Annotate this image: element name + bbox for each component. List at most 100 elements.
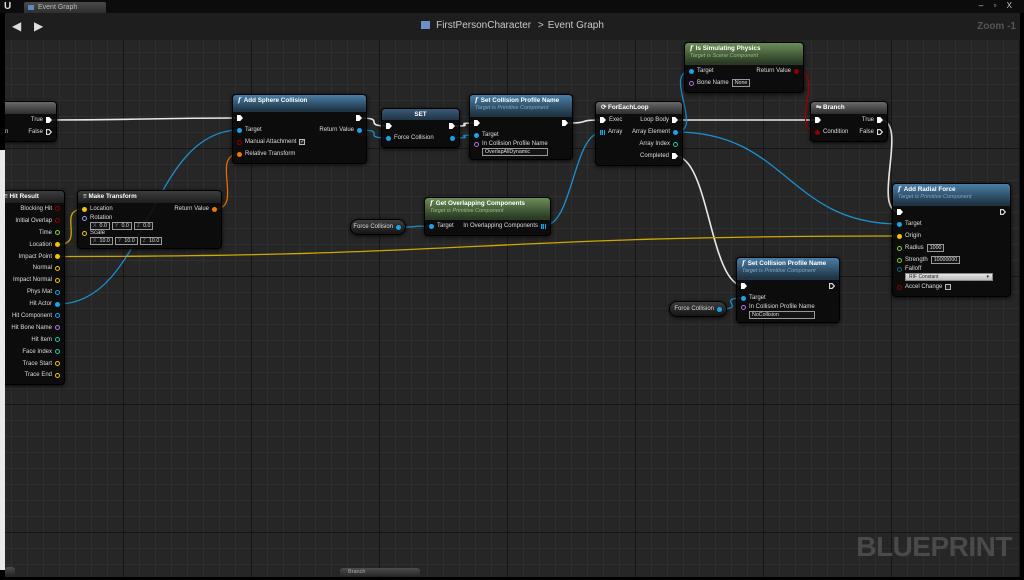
exec-pin-icon[interactable] [672,153,678,159]
vector-pin-icon[interactable] [55,372,60,378]
transform-pin-icon[interactable] [237,151,242,157]
object-pin-icon[interactable] [55,289,60,295]
breadcrumb-graph[interactable]: Event Graph [548,20,604,31]
name-pin-icon[interactable] [474,141,479,147]
vector-pin-icon[interactable] [55,361,60,367]
text-field[interactable]: OverlapAllDynamic [482,148,548,156]
pin-fc1_out[interactable]: Force Collision [353,224,401,230]
vector-y-field[interactable]: Y 0.0 [111,222,132,230]
exec-pin-icon[interactable] [562,120,568,126]
pin-br_cond[interactable]: Condition [815,129,848,135]
pin-fe_elem[interactable]: Array Element [632,129,678,135]
pin-hr_face[interactable]: Face Index [22,349,60,355]
exec-pin-icon[interactable] [815,117,821,123]
vector-x-field[interactable]: X 0.0 [90,222,110,230]
bool-pin-icon[interactable] [55,218,60,224]
vector-pin-icon[interactable] [55,265,60,271]
object-pin-icon[interactable] [673,129,678,135]
pin-arf_strength[interactable]: Strength 10000000 [897,256,961,264]
pin-set_then[interactable] [446,123,455,129]
pin-hr_loc[interactable]: Location [29,242,60,248]
object-pin-icon[interactable] [396,224,401,230]
pin-scp2_target[interactable]: Target [741,295,766,301]
node-header[interactable]: f Get Overlapping Components Target is Pri… [425,198,550,220]
exec-pin-icon[interactable] [237,115,243,121]
byte-pin-icon[interactable] [897,266,902,272]
pin-hr_block[interactable]: Blocking Hit [20,206,60,212]
node-set[interactable]: SET Force Collision [381,108,460,148]
bool-pin-icon[interactable] [794,68,799,74]
vector-z-field[interactable]: Z 0.0 [133,222,154,230]
pin-arf_accel[interactable]: Accel Change [897,284,952,290]
pin-mt_rot[interactable]: Rotation X 0.0 Y 0.0 Z 0.0 [82,215,154,230]
pin-fe_exec[interactable]: Exec [600,117,622,123]
int-pin-icon[interactable] [55,349,60,355]
pin-scp_name[interactable]: In Collision Profile Name OverlapAllDynam… [474,141,548,156]
pin-hr_comp[interactable]: Hit Component [12,313,60,319]
bool-pin-icon[interactable] [815,129,820,135]
bool-pin-icon[interactable] [237,139,242,145]
pin-asc_exec[interactable] [237,115,246,121]
node-header[interactable]: ⇋ Branch [811,102,887,114]
pin-fe_done[interactable]: Completed [640,153,678,159]
object-pin-icon[interactable] [237,127,242,133]
text-field[interactable]: 1000 [926,244,945,252]
pin-goc_out[interactable]: In Overlapping Components [463,223,546,229]
node-goc[interactable]: f Get Overlapping Components Target is Pri… [424,197,551,236]
pin-arf_exec[interactable] [897,209,906,215]
pin-set_exec[interactable] [386,123,395,129]
pin-scp_exec[interactable] [474,120,483,126]
node-header[interactable]: ≡ Make Transform [78,191,221,203]
vector-pin-icon[interactable] [55,242,60,248]
pin-asc_then[interactable] [353,115,362,121]
pin-arf_radius[interactable]: Radius 1000 [897,244,945,252]
pin-hr_time[interactable]: Time [39,230,60,236]
pin-scp_then[interactable] [559,120,568,126]
pin-br_true[interactable]: True [862,117,883,123]
node-header[interactable]: SET [382,109,459,120]
object-pin-icon[interactable] [474,132,479,138]
pin-goc_target[interactable]: Target [429,223,454,229]
text-field[interactable]: 10000000 [930,256,961,264]
pin-isp_target[interactable]: Target [689,68,714,74]
int-pin-icon[interactable] [673,141,678,147]
checkbox[interactable] [945,284,952,290]
pin-scp_target[interactable]: Target [474,132,499,138]
vector-pin-icon[interactable] [55,277,60,283]
node-arf[interactable]: f Add Radial Force Target is Primitive Com… [892,183,1011,297]
pin-asc_target[interactable]: Target [237,127,262,133]
pin-hr_init[interactable]: Initial Overlap [15,218,60,224]
pin-scp2_name[interactable]: In Collision Profile Name NoCollision [741,304,815,319]
exec-pin-icon[interactable] [877,117,883,123]
pin-isp_bone[interactable]: Bone Name None [689,79,751,87]
vector-pin-icon[interactable] [82,206,87,212]
object-pin-icon[interactable] [386,135,391,141]
object-pin-icon[interactable] [55,313,60,319]
pin-arf_target[interactable]: Target [897,221,922,227]
object-pin-icon[interactable] [357,127,362,133]
window-controls[interactable]: – ▫ X [979,1,1016,10]
pin-set_fc_out[interactable] [447,135,455,141]
pin-fe_array[interactable]: Array [600,129,622,135]
pin-hr_tstart[interactable]: Trace Start [23,361,60,367]
pin-fe_index[interactable]: Array Index [639,141,678,147]
bool-pin-icon[interactable] [897,284,902,290]
pin-arf_origin[interactable]: Origin [897,233,921,239]
exec-pin-icon[interactable] [672,117,678,123]
node-isp[interactable]: f Is Simulating Physics Target is Scene Co… [684,42,804,93]
rotator-pin-icon[interactable] [82,215,87,221]
node-header[interactable]: ≡ Hit Result [5,191,64,203]
node-mt[interactable]: ≡ Make Transform Location Return Value Rota… [77,190,222,249]
node-header[interactable]: ⇋ Branch [5,102,56,114]
vector-pin-icon[interactable] [55,254,60,259]
exec-pin-icon[interactable] [449,123,455,129]
pin-fc2_out[interactable]: Force Collision [674,306,722,312]
array-pin-icon[interactable] [600,129,605,135]
pin-hr_tend[interactable]: Trace End [25,372,60,378]
vector-z-field[interactable]: Z 10.0 [139,237,163,245]
branch-node-offscreen[interactable]: Branch [340,568,420,576]
pin-asc_manual[interactable]: Manual Attachment ✓ [237,139,306,145]
int-pin-icon[interactable] [55,337,60,343]
breadcrumb-blueprint[interactable]: FirstPersonCharacter [436,20,531,31]
pin-hr_phys[interactable]: Phys Mat [27,289,60,295]
